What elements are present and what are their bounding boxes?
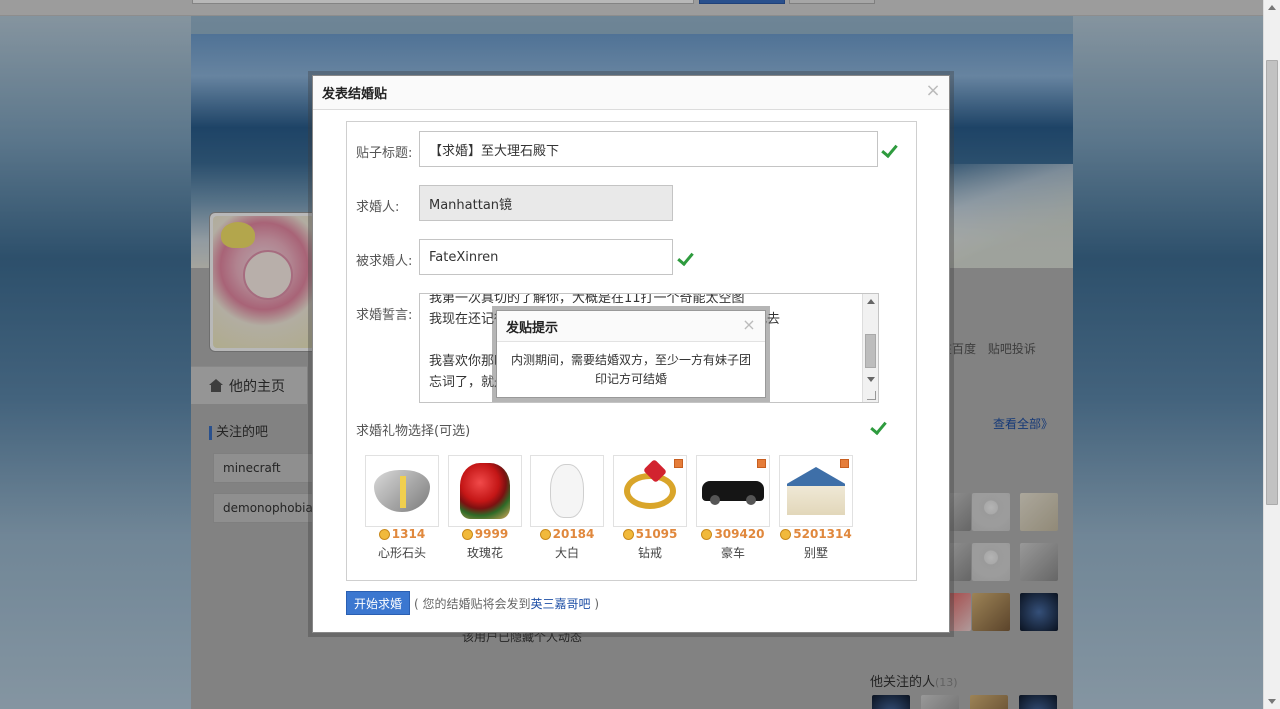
rose-bouquet-icon xyxy=(460,463,510,519)
coin-icon xyxy=(461,528,473,540)
gift-section-title: 求婚礼物选择(可选) xyxy=(356,424,471,439)
baymax-icon xyxy=(550,464,584,518)
page-scrollbar[interactable] xyxy=(1263,0,1280,709)
destination-bar-link[interactable]: 英三嘉哥吧 xyxy=(531,597,591,611)
scroll-down-icon[interactable] xyxy=(1268,699,1276,704)
scroll-down-icon[interactable] xyxy=(867,377,875,382)
locked-badge-icon xyxy=(674,459,683,468)
start-proposal-button[interactable]: 开始求婚 xyxy=(346,591,410,615)
note-prefix: ( 您的结婚贴将会发到 xyxy=(414,597,531,611)
close-icon[interactable]: × xyxy=(741,317,757,333)
coin-icon xyxy=(539,528,551,540)
scroll-thumb[interactable] xyxy=(865,334,876,368)
scroll-up-icon[interactable] xyxy=(1268,5,1276,10)
post-title-input[interactable]: 【求婚】至大理石殿下 xyxy=(419,131,878,167)
locked-badge-icon xyxy=(840,459,849,468)
gift-price: 20184 xyxy=(552,527,595,541)
post-title-label: 贴子标题: xyxy=(356,146,413,161)
gift-name: 别墅 xyxy=(803,546,828,560)
post-tip-popup: 发贴提示 × 内测期间，需要结婚双方，至少一方有妹子团印记方可结婚 xyxy=(496,310,766,398)
gift-price: 5201314 xyxy=(793,527,852,541)
gift-price: 51095 xyxy=(635,527,678,541)
gift-price: 9999 xyxy=(474,527,509,541)
dialog-title: 发表结婚贴 xyxy=(313,76,949,110)
gift-option[interactable]: 5201314 别墅 xyxy=(779,455,853,560)
heart-stone-icon xyxy=(374,470,430,512)
vow-label: 求婚誓言: xyxy=(356,308,413,323)
gift-option[interactable]: 1314 心形石头 xyxy=(365,455,439,560)
coin-icon xyxy=(780,528,792,540)
proposer-label: 求婚人: xyxy=(356,200,400,215)
coin-icon xyxy=(622,528,634,540)
gift-name: 心形石头 xyxy=(377,546,426,560)
gift-option[interactable]: 51095 钻戒 xyxy=(613,455,687,560)
gift-price: 309420 xyxy=(714,527,765,541)
gift-name: 玫瑰花 xyxy=(466,546,503,560)
popup-message: 内测期间，需要结婚双方，至少一方有妹子团印记方可结婚 xyxy=(510,353,751,386)
popup-title: 发贴提示 xyxy=(497,311,765,342)
vow-scrollbar[interactable] xyxy=(862,294,878,402)
diamond-ring-icon xyxy=(624,473,676,509)
gift-name: 钻戒 xyxy=(637,546,662,560)
vow-line: 我第一次真切的了解你，大概是在11打一个奇能太空图 xyxy=(429,293,745,306)
gift-option[interactable]: 9999 玫瑰花 xyxy=(448,455,522,560)
coin-icon xyxy=(701,528,713,540)
close-icon[interactable]: × xyxy=(925,82,941,100)
gift-option[interactable]: 309420 豪车 xyxy=(696,455,770,560)
villa-icon xyxy=(787,467,845,515)
gift-name: 豪车 xyxy=(720,546,745,560)
luxury-car-icon xyxy=(702,481,764,505)
check-icon xyxy=(678,251,696,265)
note-suffix: ) xyxy=(590,597,600,611)
gift-option[interactable]: 20184 大白 xyxy=(530,455,604,560)
locked-badge-icon xyxy=(757,459,766,468)
proposee-input[interactable]: FateXinren xyxy=(419,239,673,275)
proposee-label: 被求婚人: xyxy=(356,254,413,269)
coin-icon xyxy=(378,528,390,540)
proposer-input: Manhattan镜 xyxy=(419,185,673,221)
post-destination-note: ( 您的结婚贴将会发到英三嘉哥吧 ) xyxy=(414,595,599,612)
scroll-up-icon[interactable] xyxy=(867,299,875,304)
resize-grip-icon[interactable] xyxy=(867,391,876,400)
gift-name: 大白 xyxy=(554,546,579,560)
gift-price: 1314 xyxy=(391,527,426,541)
check-icon xyxy=(882,143,900,157)
scroll-thumb[interactable] xyxy=(1266,60,1278,505)
check-icon xyxy=(871,420,889,434)
